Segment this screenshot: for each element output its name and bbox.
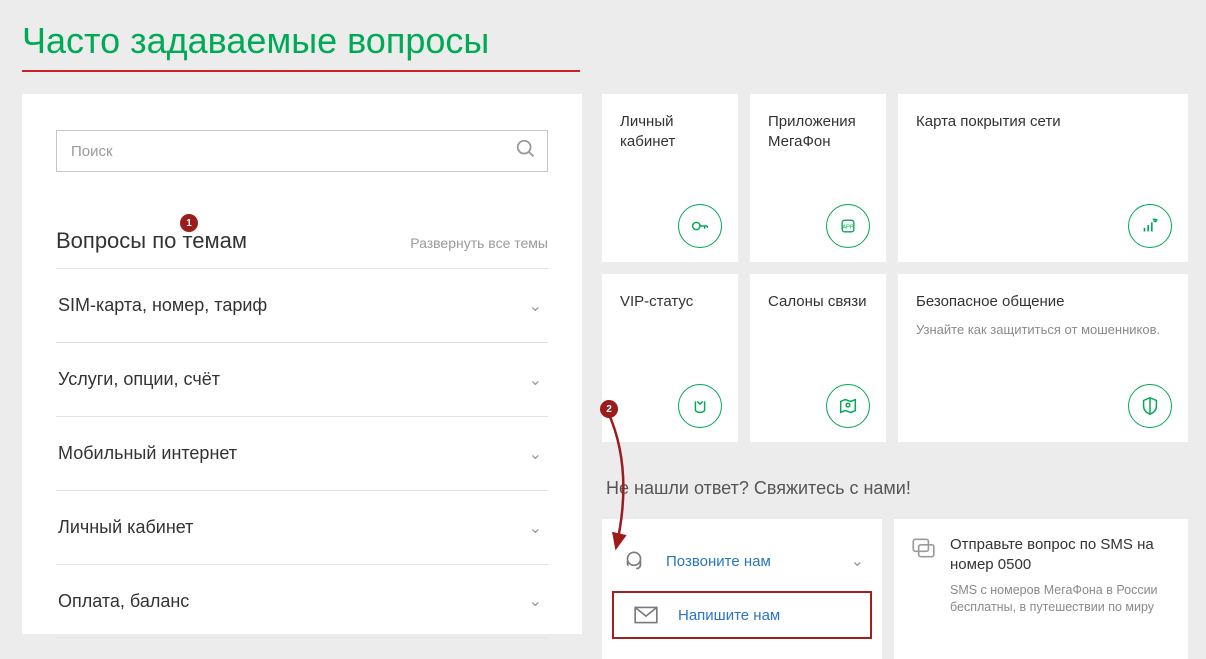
annotation-badge-1: 1 bbox=[180, 214, 198, 232]
contact-heading: Не нашли ответ? Свяжитесь с нами! bbox=[606, 478, 1188, 499]
expand-all-link[interactable]: Развернуть все темы bbox=[410, 235, 548, 251]
chevron-down-icon: ⌄ bbox=[529, 591, 542, 611]
card-security[interactable]: Безопасное общение Узнайте как защититьс… bbox=[898, 274, 1188, 442]
topic-label: SIM-карта, номер, тариф bbox=[58, 295, 267, 316]
chevron-down-icon: ⌄ bbox=[529, 518, 542, 538]
topic-row[interactable]: Услуги, опции, счёт ⌄ bbox=[56, 342, 548, 416]
topic-label: Мобильный интернет bbox=[58, 443, 237, 464]
crown-icon bbox=[678, 384, 722, 428]
chevron-down-icon: ⌄ bbox=[529, 370, 542, 390]
svg-text:APP: APP bbox=[842, 225, 854, 231]
search-field[interactable] bbox=[56, 130, 548, 172]
write-us-item[interactable]: Напишите нам bbox=[612, 591, 872, 639]
call-us-item[interactable]: Позвоните нам ⌄ bbox=[602, 535, 882, 587]
card-title: VIP-статус bbox=[620, 292, 722, 312]
contact-label: Позвоните нам bbox=[666, 553, 771, 570]
topic-row[interactable]: Оплата, баланс ⌄ bbox=[56, 564, 548, 638]
topic-label: Оплата, баланс bbox=[58, 591, 189, 612]
card-apps[interactable]: Приложения МегаФон APP bbox=[750, 94, 886, 262]
topic-row[interactable]: SIM-карта, номер, тариф ⌄ bbox=[56, 268, 548, 342]
topic-label: Услуги, опции, счёт bbox=[58, 369, 220, 390]
key-icon bbox=[678, 204, 722, 248]
contact-label: Напишите нам bbox=[678, 607, 780, 624]
app-icon: APP bbox=[826, 204, 870, 248]
map-pin-icon bbox=[826, 384, 870, 428]
card-account[interactable]: Личный кабинет bbox=[602, 94, 738, 262]
topics-heading: Вопросы по темам bbox=[56, 228, 247, 254]
sms-subtitle: SMS с номеров МегаФона в России бесплатн… bbox=[950, 582, 1172, 616]
faq-panel: Вопросы по темам Развернуть все темы SIM… bbox=[22, 94, 582, 634]
card-subtitle: Узнайте как защититься от мошенников. bbox=[916, 322, 1172, 339]
sms-card[interactable]: Отправьте вопрос по SMS на номер 0500 SM… bbox=[894, 519, 1188, 659]
chevron-down-icon: ⌄ bbox=[529, 296, 542, 316]
shield-icon bbox=[1128, 384, 1172, 428]
annotation-badge-2: 2 bbox=[600, 400, 618, 418]
search-icon[interactable] bbox=[515, 138, 537, 165]
card-title: Салоны связи bbox=[768, 292, 870, 312]
chevron-down-icon: ⌄ bbox=[851, 551, 864, 571]
topic-row[interactable]: Мобильный интернет ⌄ bbox=[56, 416, 548, 490]
search-input[interactable] bbox=[71, 143, 515, 160]
contact-options: Позвоните нам ⌄ Напишите нам bbox=[602, 519, 882, 659]
card-title: Личный кабинет bbox=[620, 112, 722, 151]
signal-icon bbox=[1128, 204, 1172, 248]
card-coverage[interactable]: Карта покрытия сети bbox=[898, 94, 1188, 262]
mail-icon bbox=[632, 605, 660, 625]
headset-icon bbox=[620, 548, 648, 574]
page-title: Часто задаваемые вопросы bbox=[0, 0, 489, 70]
topic-label: Личный кабинет bbox=[58, 517, 193, 538]
sms-title: Отправьте вопрос по SMS на номер 0500 bbox=[950, 535, 1172, 574]
topic-row[interactable]: Личный кабинет ⌄ bbox=[56, 490, 548, 564]
card-title: Безопасное общение bbox=[916, 292, 1172, 312]
card-stores[interactable]: Салоны связи bbox=[750, 274, 886, 442]
sms-icon bbox=[910, 535, 938, 643]
card-vip[interactable]: VIP-статус bbox=[602, 274, 738, 442]
card-title: Карта покрытия сети bbox=[916, 112, 1172, 132]
card-title: Приложения МегаФон bbox=[768, 112, 870, 151]
chevron-down-icon: ⌄ bbox=[529, 444, 542, 464]
